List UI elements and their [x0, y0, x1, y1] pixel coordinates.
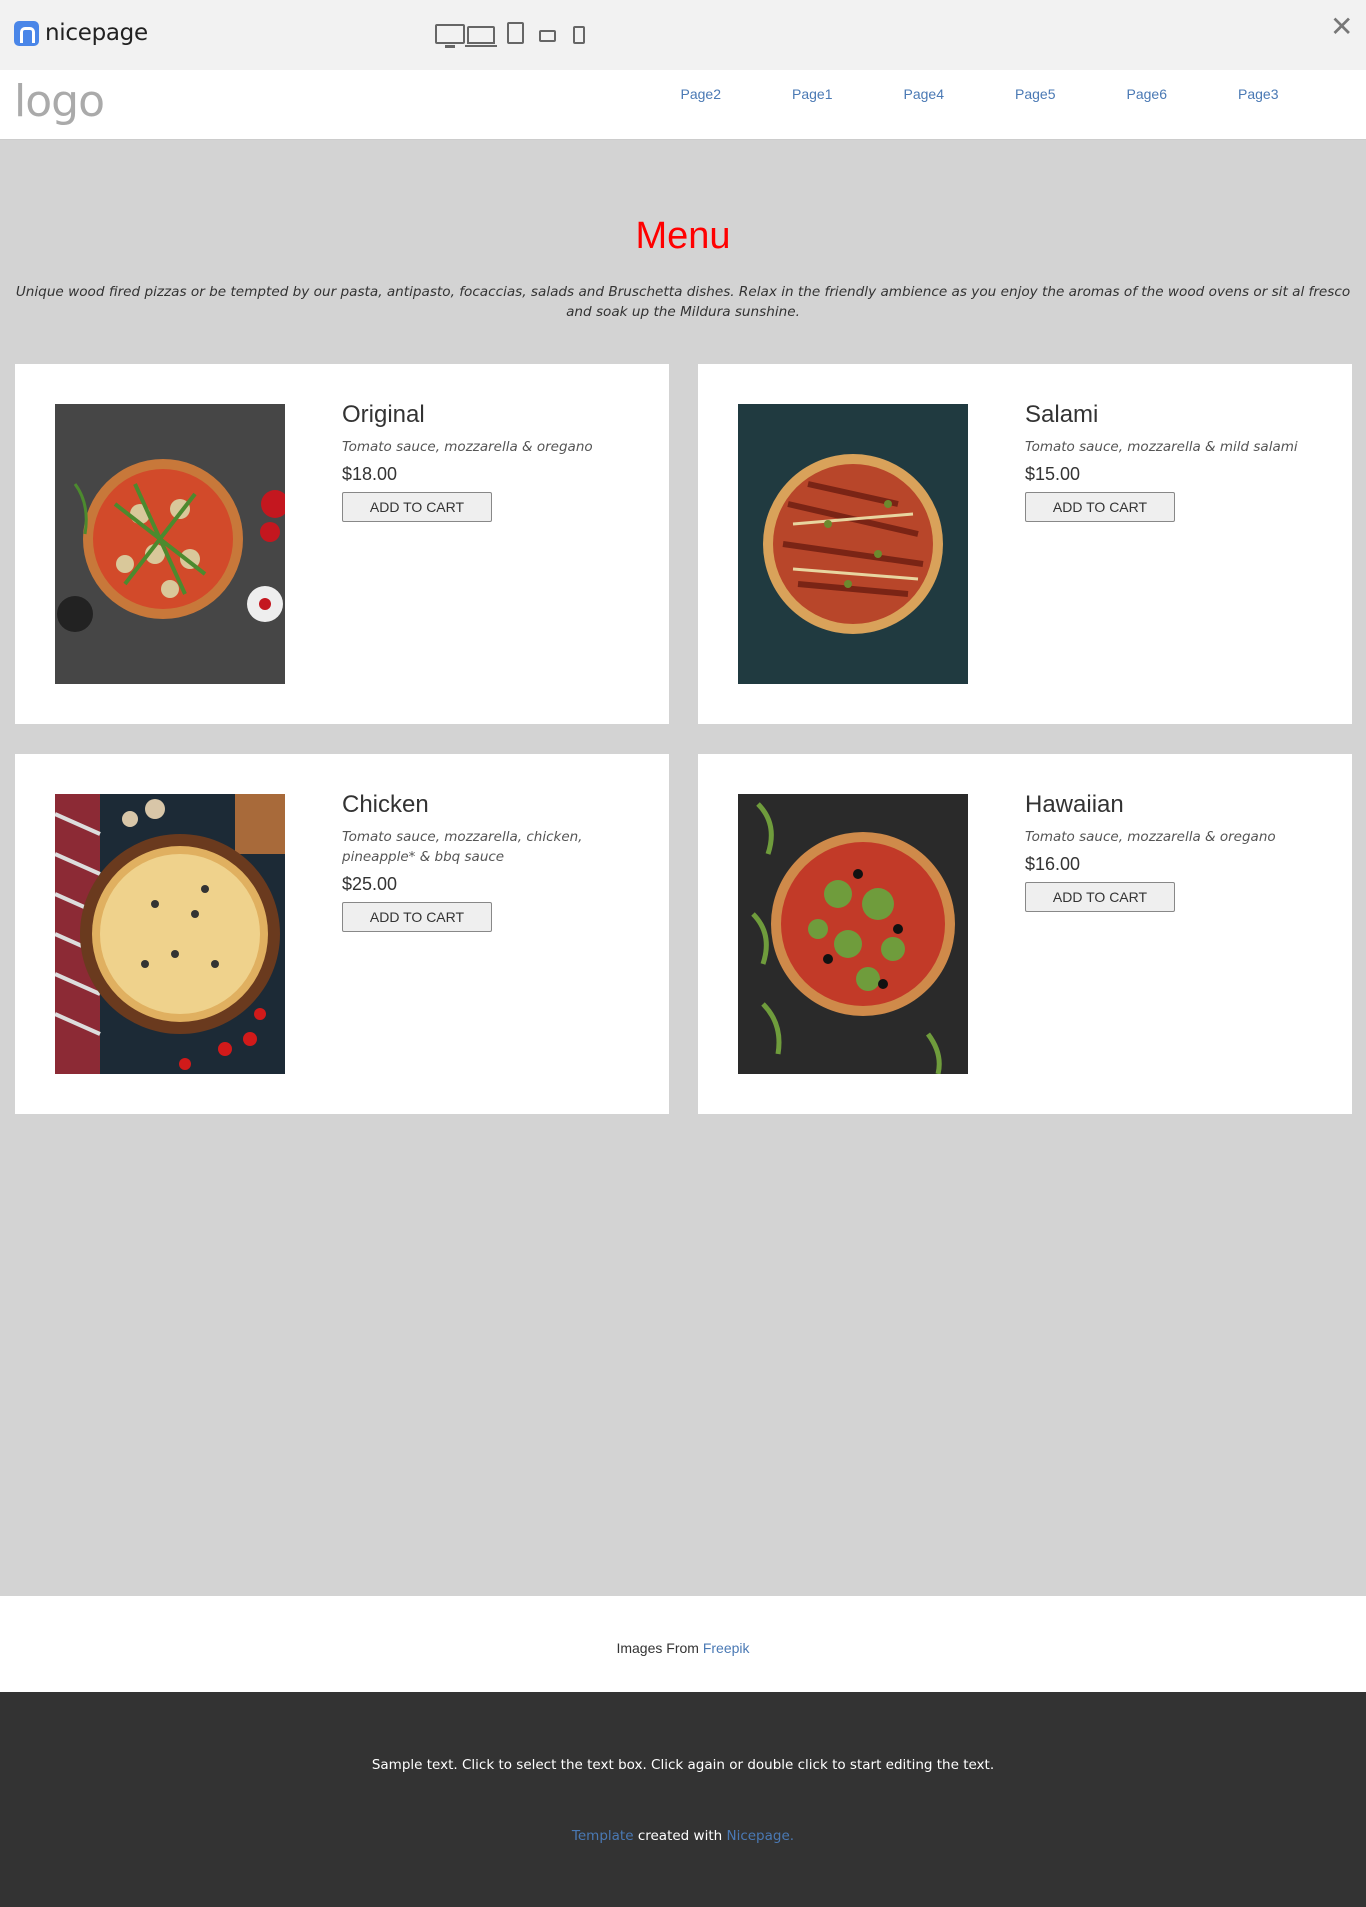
menu-item-price: $25.00 [342, 874, 398, 894]
add-to-cart-button[interactable]: ADD TO CART [342, 492, 492, 522]
footer-sample-text: Sample text. Click to select the text bo… [371, 1757, 995, 1773]
site-footer: Sample text. Click to select the text bo… [0, 1692, 1366, 1907]
menu-item-price: $18.00 [342, 464, 398, 484]
nav-link-page5[interactable]: Page5 [980, 86, 1092, 102]
menu-item-card: Hawaiian Tomato sauce, mozzarella & oreg… [698, 754, 1352, 1114]
close-icon[interactable]: ✕ [1330, 13, 1353, 41]
menu-item-card: Salami Tomato sauce, mozzarella & mild s… [698, 364, 1352, 724]
menu-item-ingredients: Tomato sauce, mozzarella & oregano [342, 439, 593, 455]
nav-link-page6[interactable]: Page6 [1091, 86, 1203, 102]
menu-item-name: Hawaiian [1025, 791, 1124, 818]
site-header: logo Page2 Page1 Page4 Page5 Page6 Page3 [0, 70, 1366, 140]
pizza-image-salami [738, 404, 968, 684]
menu-item-ingredients: Tomato sauce, mozzarella, chicken, pinea… [342, 829, 583, 865]
image-credit: Images From Freepik [0, 1596, 1366, 1692]
desktop-icon[interactable] [435, 24, 465, 48]
menu-title: Menu [635, 215, 731, 257]
nav-link-page1[interactable]: Page1 [757, 86, 869, 102]
menu-item-price: $15.00 [1025, 464, 1081, 484]
created-with-text: created with [637, 1828, 723, 1844]
menu-item-ingredients: Tomato sauce, mozzarella & mild salami [1025, 439, 1298, 455]
menu-item-card: Chicken Tomato sauce, mozzarella, chicke… [15, 754, 669, 1114]
menu-item-name: Chicken [342, 791, 429, 818]
menu-item-name: Salami [1025, 401, 1099, 428]
menu-description: Unique wood fired pizzas or be tempted b… [15, 284, 1351, 320]
add-to-cart-button[interactable]: ADD TO CART [342, 902, 492, 932]
nav-link-page2[interactable]: Page2 [645, 86, 757, 102]
menu-item-name: Original [342, 401, 425, 428]
add-to-cart-button[interactable]: ADD TO CART [1025, 882, 1175, 912]
pizza-image-original [55, 404, 285, 684]
menu-item-info: Salami Tomato sauce, mozzarella & mild s… [1025, 400, 1340, 522]
footer-made-with: Template created with Nicepage. [0, 1828, 1366, 1844]
nicepage-brand-name: nicepage [45, 20, 148, 46]
device-switcher [435, 18, 585, 48]
nicepage-logo[interactable]: nicepage [14, 20, 148, 46]
nicepage-link[interactable]: Nicepage. [726, 1828, 794, 1844]
main-nav: Page2 Page1 Page4 Page5 Page6 Page3 [645, 86, 1314, 102]
preview-toolbar: nicepage ✕ [0, 0, 1366, 70]
add-to-cart-button[interactable]: ADD TO CART [1025, 492, 1175, 522]
menu-item-card: Original Tomato sauce, mozzarella & oreg… [15, 364, 669, 724]
site-logo[interactable]: logo [14, 76, 105, 127]
tablet-icon[interactable] [507, 22, 524, 44]
menu-item-ingredients: Tomato sauce, mozzarella & oregano [1025, 829, 1276, 845]
credit-prefix: Images From [616, 1640, 699, 1656]
phone-icon[interactable] [573, 26, 585, 44]
nav-link-page4[interactable]: Page4 [868, 86, 980, 102]
template-link[interactable]: Template [572, 1828, 634, 1844]
menu-item-info: Hawaiian Tomato sauce, mozzarella & oreg… [1025, 790, 1340, 912]
pizza-image-chicken [55, 794, 285, 1074]
pizza-image-hawaiian [738, 794, 968, 1074]
menu-item-price: $16.00 [1025, 854, 1081, 874]
freepik-link[interactable]: Freepik [703, 1640, 750, 1656]
nicepage-logo-icon [14, 20, 39, 46]
nav-link-page3[interactable]: Page3 [1203, 86, 1315, 102]
menu-item-info: Chicken Tomato sauce, mozzarella, chicke… [342, 790, 657, 932]
menu-item-info: Original Tomato sauce, mozzarella & oreg… [342, 400, 657, 522]
tablet-landscape-icon[interactable] [539, 30, 556, 42]
laptop-icon[interactable] [465, 26, 497, 47]
